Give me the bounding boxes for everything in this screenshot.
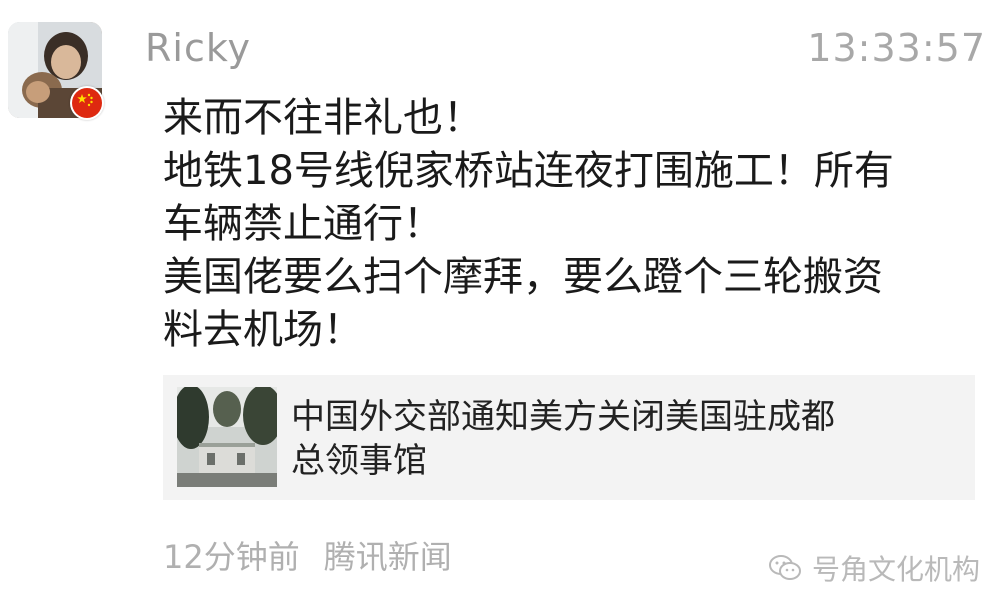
watermark: 号角文化机构 xyxy=(768,548,980,588)
link-card-title-line: 中国外交部通知美方关闭美国驻成都 xyxy=(291,397,835,437)
message-line: 美国佬要么扫个摩拜，要么蹬个三轮搬资 xyxy=(163,254,883,300)
china-flag-icon xyxy=(70,86,104,120)
post-time: 13:33:57 xyxy=(807,26,986,70)
message-line: 车辆禁止通行！ xyxy=(163,201,443,247)
message-body: 来而不往非礼也！ 地铁18号线倪家桥站连夜打围施工！所有 车辆禁止通行！ 美国佬… xyxy=(163,92,983,357)
message-line: 来而不往非礼也！ xyxy=(163,95,483,141)
post-meta: 12分钟前 腾讯新闻 xyxy=(163,532,452,578)
message-line: 地铁18号线倪家桥站连夜打围施工！所有 xyxy=(163,148,894,194)
wechat-icon xyxy=(768,555,801,580)
watermark-text: 号角文化机构 xyxy=(811,553,980,586)
time-ago: 12分钟前 xyxy=(163,538,300,576)
source-link[interactable]: 腾讯新闻 xyxy=(324,538,452,576)
message-line: 料去机场！ xyxy=(163,307,363,353)
news-photo-thumbnail xyxy=(177,387,277,487)
link-card-title: 中国外交部通知美方关闭美国驻成都 总领事馆 xyxy=(291,395,931,483)
link-card-title-line: 总领事馆 xyxy=(291,441,427,481)
shared-link-card[interactable]: 中国外交部通知美方关闭美国驻成都 总领事馆 xyxy=(163,375,975,500)
author-name[interactable]: Ricky xyxy=(145,26,251,70)
